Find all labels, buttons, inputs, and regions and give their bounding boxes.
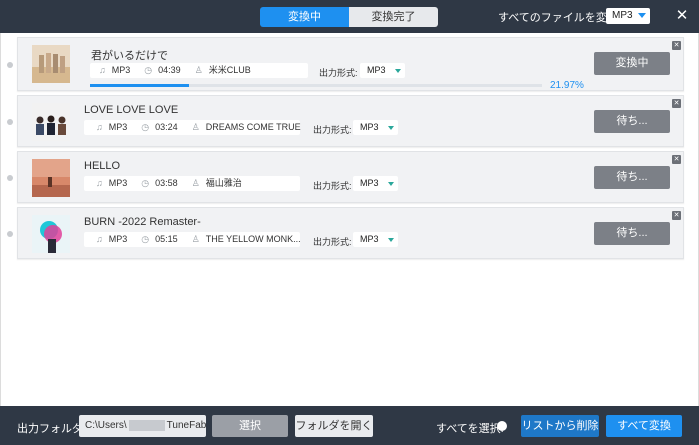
track-meta: ♫ MP3 ◷ 05:15 ♙ THE YELLOW MONK... [84,232,301,247]
tab-converted[interactable]: 変換完了 [349,7,438,27]
output-folder-label: 出力フォルダ: [17,423,87,435]
output-folder-path-prefix: C:\Users\ [85,420,127,431]
output-format-value: MP3 [367,65,386,75]
select-folder-button[interactable]: 選択 [212,415,288,437]
album-art-thumbnail [32,159,70,197]
waiting-button[interactable]: 待ち... [594,222,670,245]
track-title: LOVE LOVE LOVE [84,104,179,116]
row-radio[interactable] [7,62,13,68]
track-duration: 03:24 [155,122,178,132]
select-all-radio[interactable] [497,421,507,431]
track-duration: 05:15 [155,234,178,244]
row-radio[interactable] [7,119,13,125]
convert-all-format-value: MP3 [612,10,633,21]
progress-bar-fill [90,84,190,87]
track-artist: 米米CLUB [208,65,251,75]
remove-from-list-button[interactable]: リストから削除 [521,415,599,437]
tab-converting[interactable]: 変換中 [260,7,349,27]
progress-bar [90,84,542,87]
person-icon: ♙ [191,122,200,132]
close-icon[interactable]: ✕ [672,155,681,164]
open-folder-button[interactable]: フォルダを開く [295,415,373,437]
convert-all-button[interactable]: すべて変換 [606,415,682,437]
clock-icon: ◷ [141,122,150,132]
convert-all-format-select[interactable]: MP3 [606,8,650,24]
convert-all-format-label: すべてのファイルを変換: [498,12,621,24]
chevron-down-icon [395,69,401,73]
conversion-list: 君がいるだけで ♫ MP3 ◷ 04:39 ♙ 米米CLUB 出力形式: MP3… [0,33,699,406]
waiting-button[interactable]: 待ち... [594,166,670,189]
output-format-label: 出力形式: [319,68,358,78]
person-icon: ♙ [191,234,200,244]
chevron-down-icon [388,238,394,242]
close-icon[interactable]: ✕ [672,41,681,50]
output-format-value: MP3 [360,178,379,188]
track-artist: THE YELLOW MONK... [205,234,301,244]
album-art-thumbnail [32,215,70,253]
bottom-bar: 出力フォルダ: C:\Users\ TuneFab\A... 選択 フォルダを開く… [0,406,699,445]
clock-icon: ◷ [141,234,150,244]
music-note-icon: ♫ [99,65,106,75]
track-meta: ♫ MP3 ◷ 03:24 ♙ DREAMS COME TRUE [84,120,301,135]
person-icon: ♙ [191,178,200,188]
waiting-button[interactable]: 待ち... [594,110,670,133]
person-icon: ♙ [194,65,203,75]
close-window-icon[interactable]: ✕ [674,7,690,25]
track-artist: DREAMS COME TRUE [205,122,301,132]
chevron-down-icon [388,126,394,130]
converting-button[interactable]: 変換中 [594,52,670,75]
music-note-icon: ♫ [96,178,103,188]
close-icon[interactable]: ✕ [672,99,681,108]
chevron-down-icon [388,182,394,186]
select-all-label: すべてを選択: [436,423,504,435]
row-radio[interactable] [7,175,13,181]
output-folder-path[interactable]: C:\Users\ TuneFab\A... [79,415,206,437]
track-title: 君がいるだけで [91,50,168,62]
chevron-down-icon [638,13,646,18]
track-meta: ♫ MP3 ◷ 03:58 ♙ 福山雅治 [84,176,300,191]
output-format-select[interactable]: MP3 [353,176,398,191]
album-art-thumbnail [32,103,70,141]
top-bar: 変換中 変換完了 すべてのファイルを変換: MP3 ✕ [0,0,699,33]
status-tabs: 変換中 変換完了 [260,7,438,27]
redacted-username [128,419,165,431]
list-item: HELLO ♫ MP3 ◷ 03:58 ♙ 福山雅治 出力形式: MP3 待ち.… [7,151,684,203]
list-item: BURN -2022 Remaster- ♫ MP3 ◷ 05:15 ♙ THE… [7,207,684,259]
output-folder-path-suffix: TuneFab\A... [166,420,206,431]
output-format-select[interactable]: MP3 [353,232,398,247]
track-duration: 04:39 [158,65,181,75]
progress-percent: 21.97% [550,80,584,91]
track-format: MP3 [108,178,128,188]
track-title: HELLO [84,160,121,172]
output-format-label: 出力形式: [313,125,352,135]
clock-icon: ◷ [141,178,150,188]
music-note-icon: ♫ [96,234,103,244]
output-format-value: MP3 [360,122,379,132]
track-format: MP3 [108,234,128,244]
track-format: MP3 [108,122,128,132]
music-note-icon: ♫ [96,122,103,132]
output-format-select[interactable]: MP3 [353,120,398,135]
output-format-label: 出力形式: [313,237,352,247]
output-format-value: MP3 [360,234,379,244]
list-item: LOVE LOVE LOVE ♫ MP3 ◷ 03:24 ♙ DREAMS CO… [7,95,684,147]
album-art-thumbnail [32,45,70,83]
track-format: MP3 [111,65,131,75]
list-item: 君がいるだけで ♫ MP3 ◷ 04:39 ♙ 米米CLUB 出力形式: MP3… [7,37,684,91]
track-meta: ♫ MP3 ◷ 04:39 ♙ 米米CLUB [90,63,308,78]
track-title: BURN -2022 Remaster- [84,216,201,228]
row-radio[interactable] [7,231,13,237]
close-icon[interactable]: ✕ [672,211,681,220]
track-duration: 03:58 [155,178,178,188]
track-artist: 福山雅治 [205,178,242,188]
output-format-select[interactable]: MP3 [360,63,405,78]
output-format-label: 出力形式: [313,181,352,191]
clock-icon: ◷ [144,65,153,75]
